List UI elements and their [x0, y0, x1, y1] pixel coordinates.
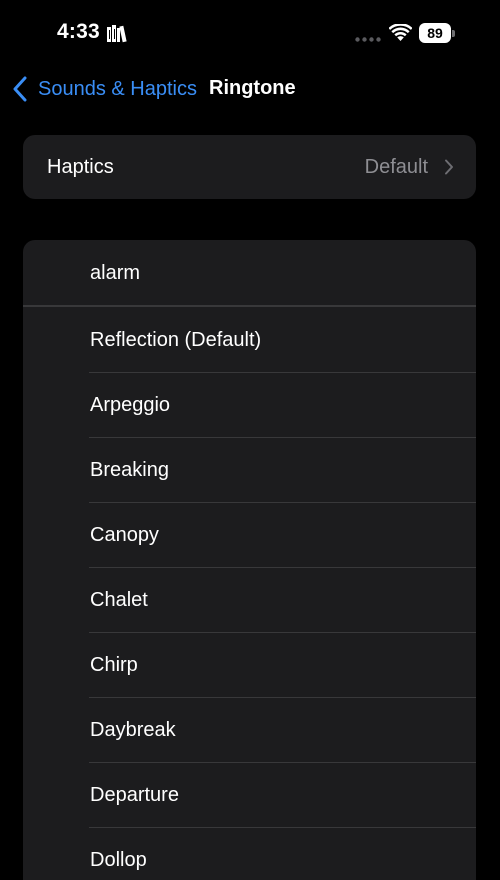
ringtone-item[interactable]: Chirp [23, 633, 476, 698]
ringtone-label: Daybreak [90, 719, 176, 741]
section-divider [23, 305, 476, 307]
ringtone-label: Reflection (Default) [90, 329, 262, 351]
chevron-left-icon [13, 76, 27, 102]
ringtone-label: Arpeggio [90, 394, 171, 416]
page-title: Ringtone [209, 77, 296, 99]
signal-dots-icon [355, 37, 381, 42]
nav-bar: Sounds & Haptics Ringtone [0, 64, 500, 112]
ringtone-list: Reflection (Default) Arpeggio Breaking C… [23, 308, 476, 880]
haptics-label: Haptics [47, 156, 114, 178]
ringtone-list-card: alarm Reflection (Default) Arpeggio Brea… [23, 240, 476, 880]
ringtone-item[interactable]: Reflection (Default) [23, 308, 476, 373]
status-time: 4:33 [57, 20, 100, 43]
haptics-row[interactable]: Haptics Default [23, 135, 476, 199]
battery-cap [452, 30, 455, 37]
ringtone-item[interactable]: Canopy [23, 503, 476, 568]
back-button[interactable]: Sounds & Haptics [12, 74, 197, 104]
ringtone-item[interactable]: Dollop [23, 828, 476, 880]
chevron-right-icon [445, 159, 453, 175]
ringtone-label: Departure [90, 784, 179, 806]
alarm-label: alarm [90, 262, 141, 284]
ringtone-item[interactable]: Departure [23, 763, 476, 828]
ringtone-label: Breaking [90, 459, 169, 481]
ringtone-label: Chirp [90, 654, 138, 676]
status-bar: 4:33 89 [0, 0, 500, 64]
alarm-row[interactable]: alarm [23, 240, 476, 305]
battery-icon: 89 [419, 23, 455, 43]
ringtone-item[interactable]: Arpeggio [23, 373, 476, 438]
battery-level: 89 [419, 23, 451, 43]
ringtone-label: Dollop [90, 849, 147, 871]
haptics-value: Default [364, 156, 428, 178]
ringtone-label: Canopy [90, 524, 159, 546]
ringtone-label: Chalet [90, 589, 148, 611]
wifi-icon [389, 24, 412, 41]
ringtone-item[interactable]: Daybreak [23, 698, 476, 763]
book-icon [107, 25, 127, 43]
ringtone-item[interactable]: Breaking [23, 438, 476, 503]
back-button-label: Sounds & Haptics [38, 77, 197, 100]
ringtone-item[interactable]: Chalet [23, 568, 476, 633]
